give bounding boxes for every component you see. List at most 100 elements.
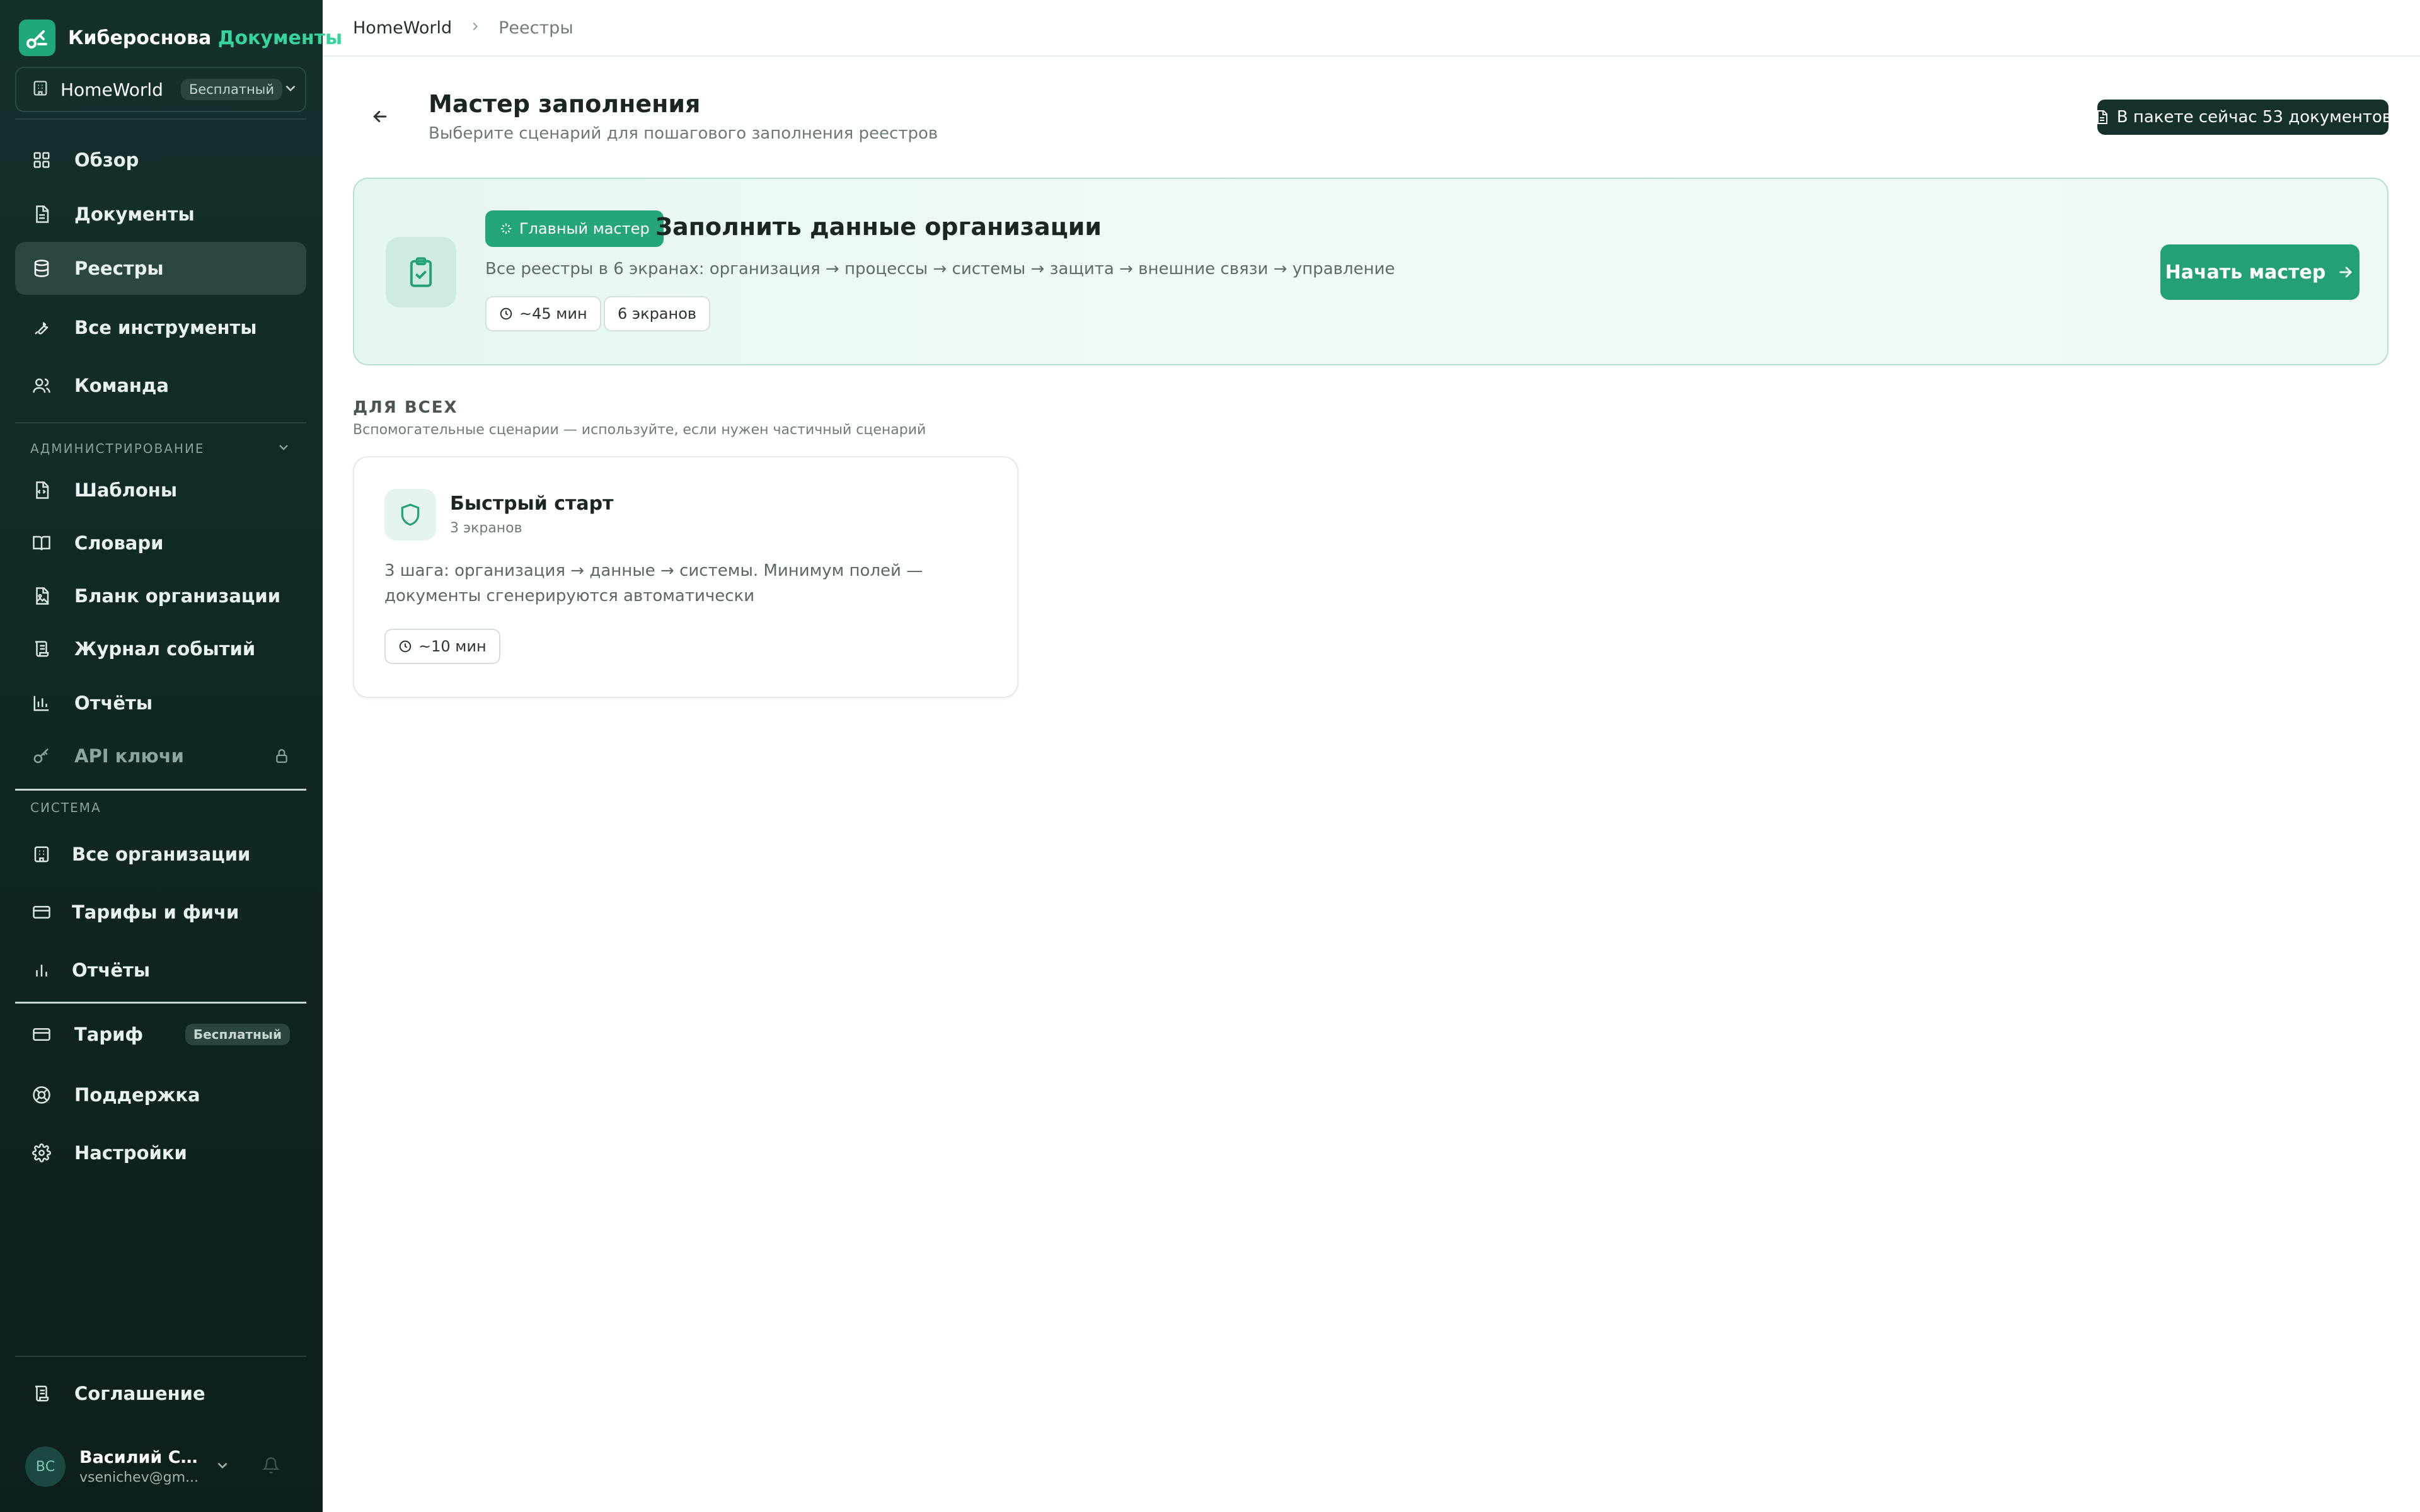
screens-chip: 6 экранов: [604, 296, 711, 331]
main-wizard-description: Все реестры в 6 экранах: организация → п…: [485, 260, 1395, 278]
sidebar-item-reports[interactable]: Отчёты: [15, 677, 306, 730]
sidebar-item-system-reports[interactable]: Отчёты: [15, 944, 306, 997]
arrow-right-icon: [2337, 263, 2354, 281]
brand-name-main: Кибероснова: [68, 26, 212, 49]
sidebar-item-label: Тарифы и фичи: [72, 902, 239, 923]
user-meta: Василий Сен... vsenichev@gm...: [79, 1448, 199, 1486]
pack-documents-label: В пакете сейчас 53 документов: [2116, 108, 2392, 127]
bar-chart-icon: [30, 692, 53, 714]
book-icon: [30, 532, 53, 554]
avatar: ВС: [25, 1446, 66, 1487]
file-image-icon: [30, 585, 53, 607]
database-icon: [30, 257, 53, 280]
sidebar-item-documents[interactable]: Документы: [15, 188, 306, 241]
sidebar-divider: [15, 789, 306, 791]
wrench-icon: [30, 316, 53, 339]
bell-icon[interactable]: [262, 1457, 280, 1477]
sidebar-item-label: Поддержка: [74, 1084, 200, 1106]
duration-chip: ~10 мин: [384, 629, 500, 664]
main-wizard-tag-label: Главный мастер: [519, 220, 650, 238]
section-subtitle-for-all: Вспомогательные сценарии — используйте, …: [353, 422, 926, 438]
clock-icon: [398, 639, 412, 653]
main-wizard-card: Главный мастер Заполнить данные организа…: [353, 178, 2388, 365]
lock-icon: [274, 748, 290, 764]
sidebar-item-org-letterhead[interactable]: Бланк организации: [15, 570, 306, 622]
sidebar-item-agreement[interactable]: Соглашение: [15, 1367, 306, 1420]
chevron-right-icon: [468, 18, 482, 38]
sidebar-item-team[interactable]: Команда: [15, 359, 306, 412]
chevron-down-icon[interactable]: [214, 1457, 231, 1476]
sidebar-item-label: Отчёты: [72, 959, 151, 981]
start-wizard-label: Начать мастер: [2165, 261, 2326, 284]
file-icon: [30, 203, 53, 226]
quick-start-screens: 3 экранов: [450, 520, 522, 536]
main-wizard-tag: Главный мастер: [485, 210, 664, 247]
sidebar-item-label: Все инструменты: [74, 317, 257, 338]
sidebar-item-all-organizations[interactable]: Все организации: [15, 828, 306, 881]
duration-label: ~10 мин: [418, 638, 487, 655]
sidebar-item-overview[interactable]: Обзор: [15, 134, 306, 186]
plan-badge: Бесплатный: [185, 1024, 290, 1045]
lifebuoy-icon: [30, 1084, 53, 1106]
credit-card-icon: [30, 1023, 53, 1046]
key-icon: [30, 745, 53, 767]
screens-label: 6 экранов: [618, 305, 697, 323]
sidebar-item-label: Шаблоны: [74, 479, 178, 501]
back-button[interactable]: [366, 103, 395, 132]
chevron-down-icon[interactable]: [276, 440, 291, 457]
sidebar-item-tariff[interactable]: Тариф Бесплатный: [15, 1008, 306, 1061]
brand-logo-icon: [19, 20, 55, 56]
file-icon: [2094, 110, 2109, 125]
building-icon: [32, 79, 49, 100]
sidebar-item-label: API ключи: [74, 745, 184, 767]
sidebar-item-label: Соглашение: [74, 1383, 205, 1404]
page-subtitle: Выберите сценарий для пошагового заполне…: [429, 124, 938, 143]
breadcrumb-root[interactable]: HomeWorld: [353, 18, 452, 38]
quick-start-description: 3 шага: организация → данные → системы. …: [384, 561, 923, 605]
clipboard-check-icon: [386, 237, 456, 307]
users-icon: [30, 374, 53, 397]
sidebar-item-api-keys[interactable]: API ключи: [15, 730, 306, 782]
sidebar-item-label: Документы: [74, 203, 195, 225]
sidebar-item-support[interactable]: Поддержка: [15, 1068, 306, 1121]
user-email: vsenichev@gm...: [79, 1470, 199, 1486]
sidebar-item-dictionaries[interactable]: Словари: [15, 517, 306, 570]
gear-icon: [30, 1142, 53, 1164]
brand[interactable]: Кибероснова Документы: [19, 19, 342, 57]
sidebar-item-label: Отчёты: [74, 692, 153, 714]
bar-chart-icon: [30, 959, 53, 982]
chevron-down-icon: [282, 80, 299, 99]
sidebar-item-all-tools[interactable]: Все инструменты: [15, 301, 306, 354]
scroll-icon: [30, 638, 53, 660]
sidebar-item-registries[interactable]: Реестры: [15, 242, 306, 295]
file-code-icon: [30, 479, 53, 501]
sparkle-icon: [499, 222, 513, 236]
sidebar-item-templates[interactable]: Шаблоны: [15, 464, 306, 517]
user-menu[interactable]: ВС Василий Сен... vsenichev@gm...: [25, 1443, 302, 1491]
sidebar-item-label: Словари: [74, 532, 164, 554]
building-icon: [30, 843, 53, 866]
start-wizard-button[interactable]: Начать мастер: [2160, 244, 2360, 300]
pack-documents-badge[interactable]: В пакете сейчас 53 документов: [2094, 100, 2392, 135]
breadcrumb-current: Реестры: [498, 18, 573, 38]
duration-chip: ~45 мин: [485, 296, 601, 331]
shield-icon: [384, 489, 436, 541]
sidebar-item-label: Настройки: [74, 1142, 187, 1164]
sidebar-divider: [15, 422, 306, 423]
sidebar-item-label: Обзор: [74, 149, 139, 171]
sidebar-item-tariffs-features[interactable]: Тарифы и фичи: [15, 886, 306, 939]
org-switcher[interactable]: HomeWorld Бесплатный: [15, 67, 306, 112]
quick-start-card[interactable]: Быстрый старт 3 экранов 3 шага: организа…: [353, 456, 1018, 698]
sidebar-divider: [15, 118, 306, 120]
credit-card-icon: [30, 901, 53, 924]
sidebar-divider: [15, 1002, 306, 1004]
duration-label: ~45 мин: [519, 305, 587, 323]
sidebar-item-label: Журнал событий: [74, 638, 256, 660]
section-label-system: СИСТЕМА: [30, 800, 101, 815]
plan-badge: Бесплатный: [180, 79, 283, 100]
sidebar-item-settings[interactable]: Настройки: [15, 1126, 306, 1179]
sidebar: Кибероснова Документы HomeWorld Бесплатн…: [0, 0, 342, 1512]
sidebar-divider: [15, 1356, 306, 1357]
sidebar-item-event-log[interactable]: Журнал событий: [15, 622, 306, 675]
org-name: HomeWorld: [60, 79, 163, 100]
